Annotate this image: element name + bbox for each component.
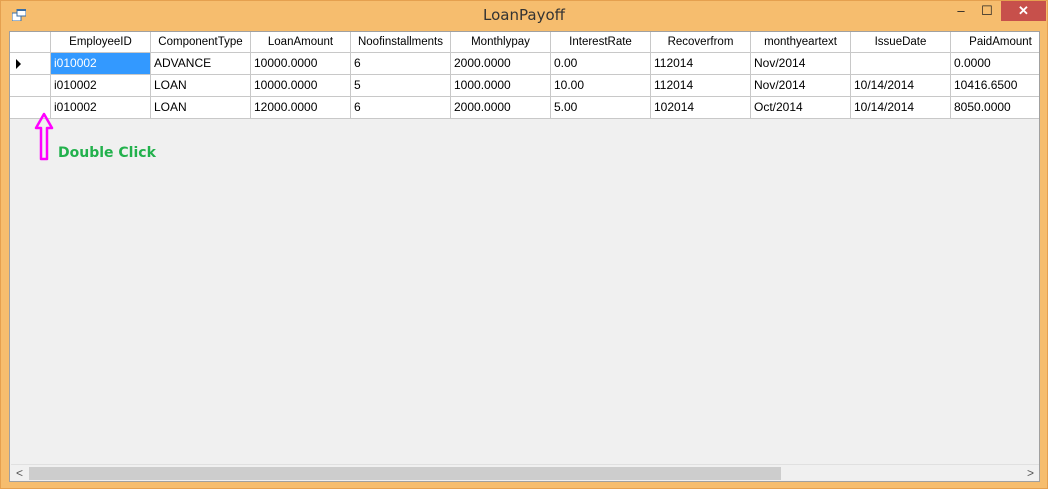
minimize-button[interactable]: ‒ (948, 1, 974, 21)
column-header-noofinstallments[interactable]: Noofinstallments (351, 32, 451, 53)
maximize-button[interactable]: ☐ (974, 1, 1000, 21)
grid-cell-issuedate[interactable]: 10/14/2014 (851, 97, 951, 119)
grid-cell-loanamount[interactable]: 10000.0000 (251, 53, 351, 75)
grid-cell-interestrate[interactable]: 10.00 (551, 75, 651, 97)
scroll-right-icon[interactable]: > (1022, 465, 1039, 481)
grid-cell-employeeid[interactable]: i010002 (51, 75, 151, 97)
grid-cell-monthlypay[interactable]: 2000.0000 (451, 97, 551, 119)
scroll-left-icon[interactable]: < (11, 465, 28, 481)
grid-cell-interestrate[interactable]: 5.00 (551, 97, 651, 119)
grid-cell-interestrate[interactable]: 0.00 (551, 53, 651, 75)
current-row-arrow-icon (16, 59, 21, 69)
column-header-loanamount[interactable]: LoanAmount (251, 32, 351, 53)
column-header-componenttype[interactable]: ComponentType (151, 32, 251, 53)
grid-cell-monthyeartext[interactable]: Nov/2014 (751, 53, 851, 75)
grid-cell-recoverfrom[interactable]: 112014 (651, 75, 751, 97)
grid-cell-issuedate[interactable]: 10/14/2014 (851, 75, 951, 97)
grid-cell-issuedate[interactable] (851, 53, 951, 75)
grid-cell-employeeid[interactable]: i010002 (51, 53, 151, 75)
grid-cell-monthyeartext[interactable]: Nov/2014 (751, 75, 851, 97)
horizontal-scrollbar[interactable]: < > (11, 464, 1039, 481)
grid-cell-componenttype[interactable]: LOAN (151, 75, 251, 97)
data-grid-view[interactable]: EmployeeID ComponentType LoanAmount Noofins… (9, 31, 1040, 482)
column-header-monthlypay[interactable]: Monthlypay (451, 32, 551, 53)
grid-cell-componenttype[interactable]: ADVANCE (151, 53, 251, 75)
grid-cell-noofinstallments[interactable]: 5 (351, 75, 451, 97)
row-header[interactable] (10, 75, 51, 97)
grid-corner-header[interactable] (10, 32, 51, 53)
grid-cell-noofinstallments[interactable]: 6 (351, 53, 451, 75)
grid-cell-monthlypay[interactable]: 2000.0000 (451, 53, 551, 75)
column-header-monthyeartext[interactable]: monthyeartext (751, 32, 851, 53)
grid-cell-employeeid[interactable]: i010002 (51, 97, 151, 119)
grid-cell-recoverfrom[interactable]: 112014 (651, 53, 751, 75)
column-header-interestrate[interactable]: InterestRate (551, 32, 651, 53)
title-bar[interactable]: LoanPayoff ‒ ☐ ✕ (1, 1, 1047, 31)
close-button[interactable]: ✕ (1001, 1, 1046, 21)
column-header-paidamount[interactable]: PaidAmount (951, 32, 1039, 53)
annotation-label: Double Click (58, 145, 156, 161)
scrollbar-thumb[interactable] (29, 467, 781, 480)
grid-cell-noofinstallments[interactable]: 6 (351, 97, 451, 119)
grid-cell-monthyeartext[interactable]: Oct/2014 (751, 97, 851, 119)
column-header-employeeid[interactable]: EmployeeID (51, 32, 151, 53)
window-title: LoanPayoff (483, 6, 565, 24)
loanpayoff-window: LoanPayoff ‒ ☐ ✕ EmployeeID ComponentType… (0, 0, 1048, 489)
column-header-recoverfrom[interactable]: Recoverfrom (651, 32, 751, 53)
grid-cell-loanamount[interactable]: 10000.0000 (251, 75, 351, 97)
grid-cell-componenttype[interactable]: LOAN (151, 97, 251, 119)
grid-cell-recoverfrom[interactable]: 102014 (651, 97, 751, 119)
column-header-issuedate[interactable]: IssueDate (851, 32, 951, 53)
grid-cell-paidamount[interactable]: 10416.6500 (951, 75, 1039, 97)
up-arrow-icon (34, 112, 54, 161)
grid-cell-paidamount[interactable]: 0.0000 (951, 53, 1039, 75)
row-header[interactable] (10, 53, 51, 75)
grid-cell-paidamount[interactable]: 8050.0000 (951, 97, 1039, 119)
grid-cell-loanamount[interactable]: 12000.0000 (251, 97, 351, 119)
grid-cell-monthlypay[interactable]: 1000.0000 (451, 75, 551, 97)
